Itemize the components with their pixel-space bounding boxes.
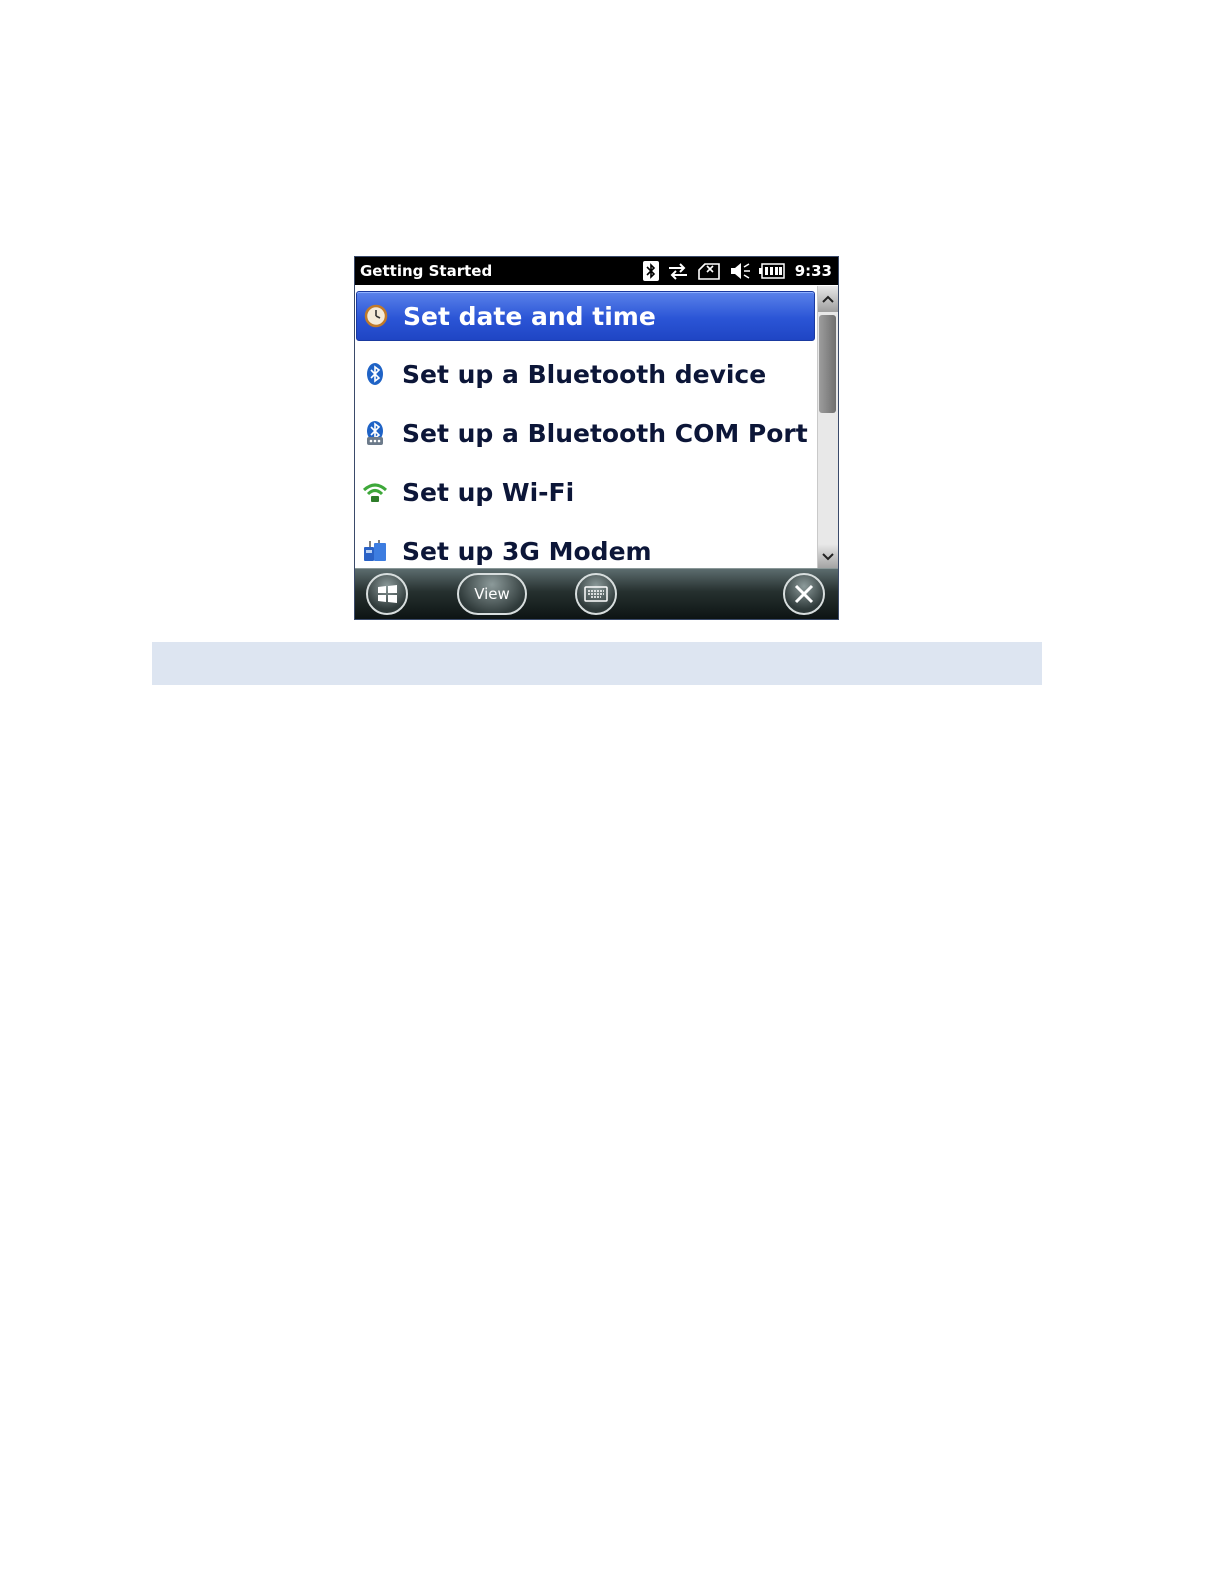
clock-icon: [363, 303, 389, 329]
chevron-down-icon: [822, 553, 834, 561]
list-item-label: Set up 3G Modem: [402, 536, 652, 566]
title-bar: Getting Started 9:33: [355, 257, 838, 285]
scroll-down-button[interactable]: [818, 544, 838, 570]
clock[interactable]: 9:33: [795, 262, 832, 280]
list-item-wifi[interactable]: Set up Wi-Fi: [356, 468, 816, 516]
start-button[interactable]: [366, 573, 408, 615]
keyboard-icon: [584, 586, 608, 602]
list-item-bluetooth-com-port[interactable]: Set up a Bluetooth COM Port: [356, 409, 816, 457]
close-button[interactable]: [783, 573, 825, 615]
close-icon: [794, 584, 814, 604]
list-item-label: Set up a Bluetooth COM Port: [402, 418, 808, 448]
chevron-up-icon: [822, 295, 834, 303]
taskbar: View: [355, 568, 838, 619]
sync-arrows-icon[interactable]: [667, 261, 689, 281]
view-button-label: View: [474, 585, 510, 603]
windows-start-icon: [378, 585, 397, 603]
modem-icon: [362, 538, 388, 564]
list-item-label: Set up Wi-Fi: [402, 477, 575, 507]
vertical-scrollbar[interactable]: [817, 286, 838, 570]
getting-started-list: Set date and time Set up a Bluetooth dev…: [355, 286, 820, 570]
keyboard-button[interactable]: [575, 573, 617, 615]
view-button[interactable]: View: [457, 573, 527, 615]
battery-icon[interactable]: [758, 263, 785, 279]
device-screen: Getting Started 9:33 Set date and time S…: [354, 256, 839, 620]
list-item-label: Set date and time: [403, 301, 656, 331]
caption-band: [152, 642, 1042, 685]
list-item-bluetooth-device[interactable]: Set up a Bluetooth device: [356, 350, 816, 398]
list-item-set-date-time[interactable]: Set date and time: [356, 291, 815, 341]
wifi-icon: [362, 479, 388, 505]
scroll-up-button[interactable]: [818, 286, 838, 312]
scroll-thumb[interactable]: [819, 315, 836, 413]
list-item-label: Set up a Bluetooth device: [402, 359, 767, 389]
bluetooth-com-icon: [362, 420, 388, 446]
window-title: Getting Started: [360, 262, 493, 280]
mute-speaker-icon[interactable]: [729, 261, 751, 281]
bluetooth-icon[interactable]: [642, 261, 659, 281]
bluetooth-icon: [362, 361, 388, 387]
no-signal-icon[interactable]: [697, 261, 721, 281]
status-icons: 9:33: [635, 261, 832, 281]
